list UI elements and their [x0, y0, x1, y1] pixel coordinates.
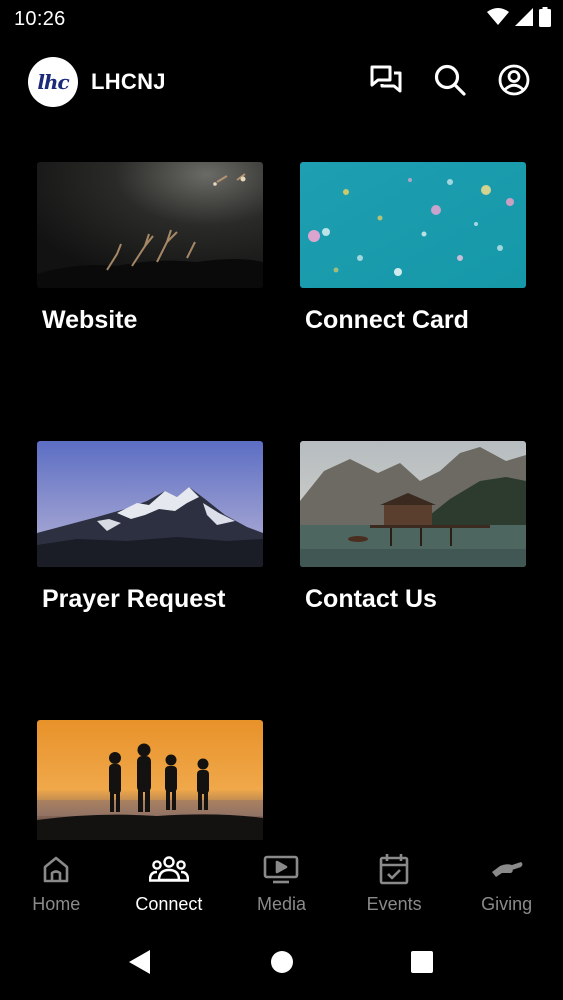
- mountain-image: [37, 441, 263, 567]
- concert-crowd-image: [37, 162, 263, 288]
- nav-label: Connect: [135, 894, 203, 914]
- profile-button[interactable]: [493, 61, 535, 103]
- giving-hand-icon: [490, 852, 524, 886]
- app-title: LHCNJ: [91, 69, 166, 94]
- people-icon: [148, 852, 189, 886]
- back-icon[interactable]: [128, 949, 152, 975]
- home-circle-icon[interactable]: [270, 950, 294, 974]
- card-prayer-request[interactable]: Prayer Request: [37, 441, 263, 614]
- card-label: Prayer Request: [42, 585, 226, 613]
- card-contact-us[interactable]: Contact Us: [300, 441, 526, 614]
- card-label: Website: [42, 306, 138, 334]
- media-icon: [263, 852, 299, 886]
- card-connect-card[interactable]: Connect Card: [300, 162, 526, 335]
- nav-label: Events: [366, 894, 422, 914]
- app-logo[interactable]: lhc: [28, 57, 78, 107]
- nav-item-media[interactable]: Media: [225, 840, 338, 932]
- nav-label: Media: [256, 894, 306, 914]
- app-header: lhc LHCNJ: [0, 52, 563, 112]
- status-time: 10:26: [14, 7, 66, 30]
- cellular-signal-icon: [515, 7, 533, 31]
- account-icon: [498, 64, 530, 101]
- calendar-icon: [379, 852, 409, 886]
- logo-text: lhc: [37, 70, 69, 94]
- recents-icon[interactable]: [410, 950, 434, 974]
- wifi-icon: [487, 7, 509, 31]
- bottom-nav: Home Connect Media Events Giving: [0, 840, 563, 932]
- family-sunset-image: [37, 720, 263, 846]
- nav-item-home[interactable]: Home: [0, 840, 113, 932]
- card-website[interactable]: Website: [37, 162, 263, 335]
- messages-button[interactable]: [365, 61, 407, 103]
- card-label: Contact Us: [305, 585, 437, 613]
- card-family[interactable]: [37, 720, 263, 846]
- status-bar: 10:26: [0, 0, 563, 38]
- lake-cabin-image: [300, 441, 526, 567]
- search-icon: [434, 64, 466, 101]
- status-icons: [487, 6, 551, 32]
- nav-item-connect[interactable]: Connect: [113, 840, 226, 932]
- nav-item-events[interactable]: Events: [338, 840, 451, 932]
- chat-icon: [369, 64, 403, 101]
- card-label: Connect Card: [305, 306, 469, 334]
- battery-icon: [539, 6, 551, 32]
- home-icon: [41, 852, 71, 886]
- confetti-image: [300, 162, 526, 288]
- nav-label: Home: [32, 894, 81, 914]
- nav-item-giving[interactable]: Giving: [450, 840, 563, 932]
- nav-label: Giving: [481, 894, 533, 914]
- system-nav-bar: [0, 932, 563, 1000]
- header-actions: [365, 61, 535, 103]
- search-button[interactable]: [429, 61, 471, 103]
